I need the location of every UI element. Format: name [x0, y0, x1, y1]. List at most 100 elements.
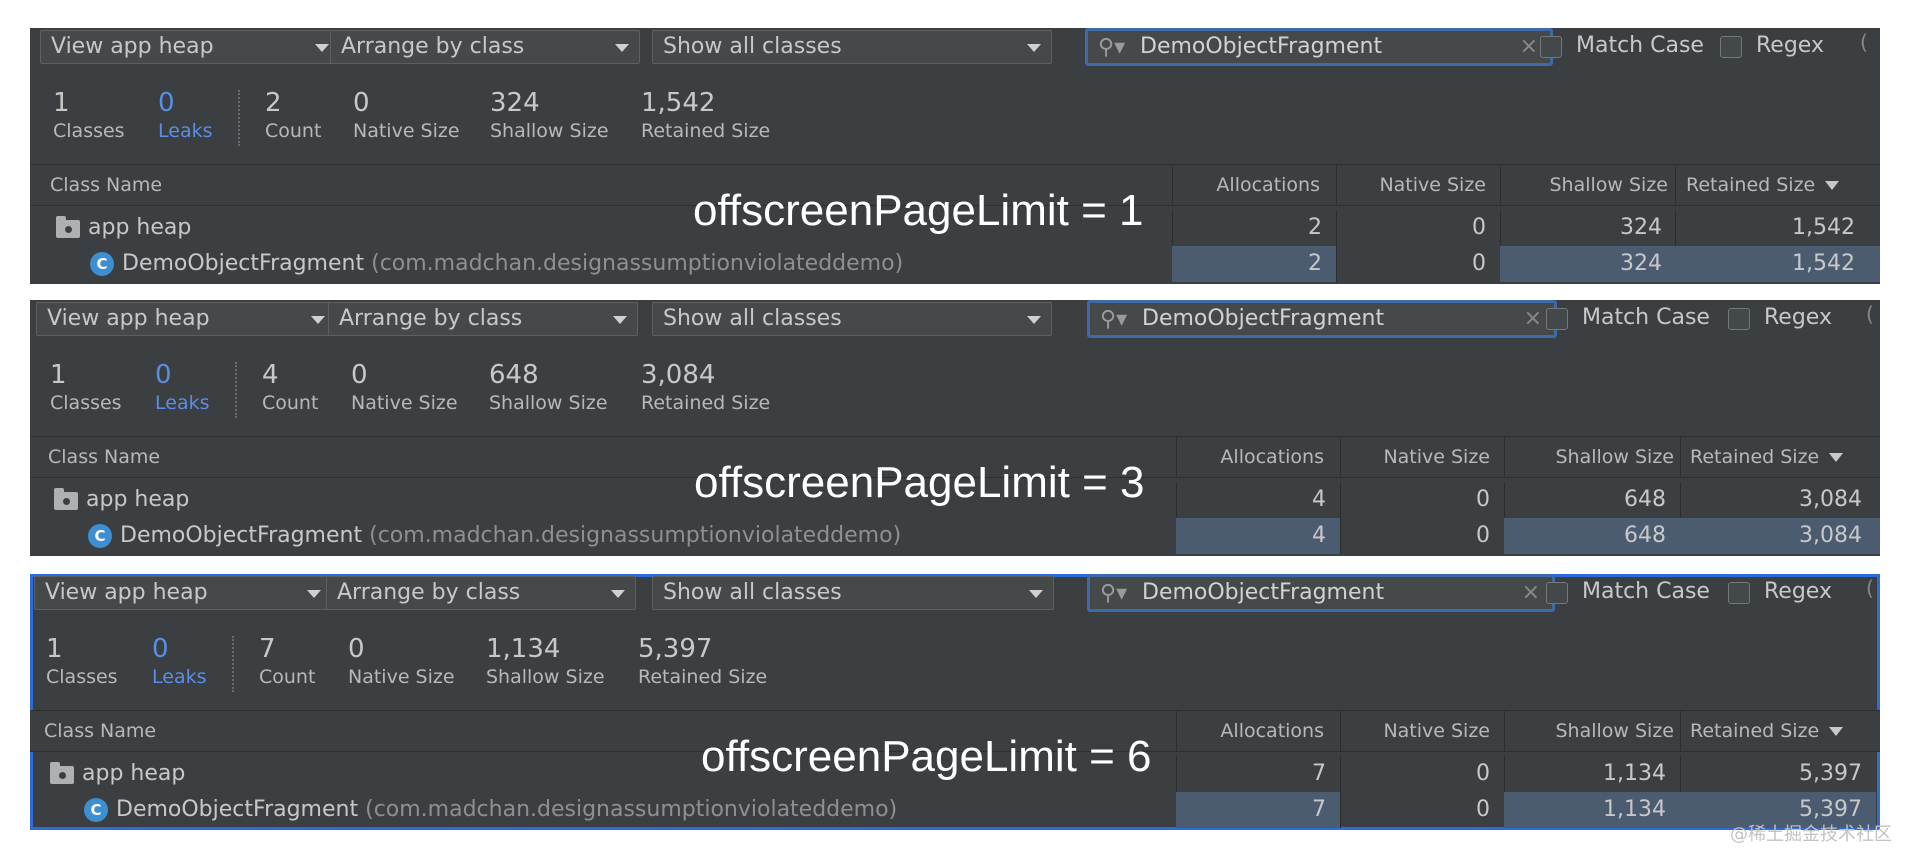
regex-label: Regex	[1764, 579, 1832, 604]
page: View app heap Arrange by class Show all …	[0, 0, 1912, 860]
row-allocations: 4	[1312, 523, 1326, 548]
regex-checkbox[interactable]	[1728, 308, 1750, 330]
stat-native-size: 0 Native Size	[351, 360, 458, 416]
arrange-select-value: Arrange by class	[337, 580, 521, 605]
stat-native-value: 0	[353, 88, 370, 118]
stat-count: 7 Count	[259, 634, 315, 690]
filter-select-value: Show all classes	[663, 580, 842, 605]
heap-select[interactable]: View app heap	[34, 576, 332, 610]
filter-select[interactable]: Show all classes	[652, 302, 1052, 336]
column-retained-size[interactable]: Retained Size	[1686, 165, 1840, 205]
column-class-name[interactable]: Class Name	[44, 711, 156, 751]
column-native-size[interactable]: Native Size	[1340, 711, 1490, 751]
stat-count-label: Count	[262, 392, 319, 414]
match-case-checkbox[interactable]	[1540, 36, 1562, 58]
stat-shallow-size: 324 Shallow Size	[490, 88, 609, 144]
column-allocations[interactable]: Allocations	[1176, 711, 1324, 751]
stat-leaks-label: Leaks	[158, 120, 213, 142]
column-shallow-size[interactable]: Shallow Size	[1504, 437, 1674, 477]
search-input[interactable]: ⚲▾ DemoObjectFragment ×	[1087, 574, 1555, 612]
row-allocations: 4	[1312, 487, 1326, 512]
column-retained-size-label: Retained Size	[1690, 720, 1820, 742]
stat-leaks-label: Leaks	[152, 666, 207, 688]
folder-icon	[50, 762, 74, 784]
heap-select-value: View app heap	[47, 306, 210, 331]
stat-leaks-value: 0	[152, 634, 169, 664]
divider	[232, 636, 234, 692]
row-shallow-size: 324	[1620, 215, 1662, 240]
class-name-text: DemoObjectFragment	[120, 523, 363, 548]
heap-select[interactable]: View app heap	[40, 30, 340, 64]
row-retained-size: 5,397	[1799, 761, 1862, 786]
row-shallow-size: 648	[1624, 487, 1666, 512]
regex-checkbox[interactable]	[1728, 582, 1750, 604]
class-icon: C	[90, 252, 114, 276]
stat-classes-value: 1	[53, 88, 70, 118]
table-row[interactable]: C DemoObjectFragment (com.madchan.design…	[30, 792, 1880, 828]
folder-icon	[54, 488, 78, 510]
column-allocations[interactable]: Allocations	[1176, 437, 1324, 477]
clear-icon[interactable]: ×	[1522, 577, 1540, 609]
match-case-checkbox[interactable]	[1546, 308, 1568, 330]
stat-leaks[interactable]: 0 Leaks	[158, 88, 213, 144]
watermark: @稀土掘金技术社区	[1730, 824, 1892, 845]
search-input[interactable]: ⚲▾ DemoObjectFragment ×	[1087, 300, 1557, 338]
column-retained-size-label: Retained Size	[1686, 174, 1816, 196]
chevron-down-icon	[611, 590, 625, 598]
overflow-icon: (	[1860, 30, 1868, 54]
stat-classes: 1 Classes	[53, 88, 125, 144]
column-class-name[interactable]: Class Name	[48, 437, 160, 477]
match-case-label: Match Case	[1582, 579, 1710, 604]
row-shallow-size: 1,134	[1603, 761, 1666, 786]
stat-count: 4 Count	[262, 360, 318, 416]
regex-checkbox[interactable]	[1720, 36, 1742, 58]
column-allocations[interactable]: Allocations	[1172, 165, 1320, 205]
stat-native-value: 0	[348, 634, 365, 664]
stat-shallow-value: 648	[489, 360, 539, 390]
search-value: DemoObjectFragment	[1142, 306, 1385, 331]
column-retained-size[interactable]: Retained Size	[1690, 437, 1844, 477]
column-retained-size[interactable]: Retained Size	[1690, 711, 1844, 751]
match-case-checkbox[interactable]	[1546, 582, 1568, 604]
column-native-size[interactable]: Native Size	[1340, 437, 1490, 477]
column-divider	[1675, 165, 1676, 205]
stat-retained-value: 3,084	[641, 360, 716, 390]
arrange-select[interactable]: Arrange by class	[326, 576, 636, 610]
column-retained-size-label: Retained Size	[1690, 446, 1820, 468]
stat-leaks[interactable]: 0 Leaks	[155, 360, 210, 416]
clear-icon[interactable]: ×	[1520, 31, 1538, 63]
stat-leaks-label: Leaks	[155, 392, 210, 414]
column-divider	[1680, 711, 1681, 751]
chevron-down-icon	[615, 44, 629, 52]
column-shallow-size[interactable]: Shallow Size	[1500, 165, 1668, 205]
stat-leaks-value: 0	[155, 360, 172, 390]
column-shallow-size[interactable]: Shallow Size	[1504, 711, 1674, 751]
stat-classes-value: 1	[46, 634, 63, 664]
column-native-size[interactable]: Native Size	[1336, 165, 1486, 205]
row-native-size: 0	[1476, 797, 1490, 822]
stat-shallow-value: 1,134	[486, 634, 561, 664]
filter-select[interactable]: Show all classes	[652, 30, 1052, 64]
arrange-select[interactable]: Arrange by class	[328, 302, 638, 336]
heap-panel-1: View app heap Arrange by class Show all …	[30, 28, 1880, 284]
clear-icon[interactable]: ×	[1524, 303, 1542, 335]
row-shallow-size: 648	[1624, 523, 1666, 548]
row-class-name: DemoObjectFragment (com.madchan.designas…	[116, 792, 897, 828]
arrange-select[interactable]: Arrange by class	[330, 30, 640, 64]
stat-classes-label: Classes	[46, 666, 118, 688]
row-allocations: 2	[1308, 251, 1322, 276]
stat-native-value: 0	[351, 360, 368, 390]
search-input[interactable]: ⚲▾ DemoObjectFragment ×	[1085, 28, 1553, 66]
arrange-select-value: Arrange by class	[341, 34, 525, 59]
search-value: DemoObjectFragment	[1142, 580, 1385, 605]
divider	[235, 362, 237, 418]
row-retained-size: 1,542	[1792, 251, 1855, 276]
table-row[interactable]: C DemoObjectFragment (com.madchan.design…	[30, 518, 1880, 554]
search-icon: ⚲▾	[1100, 581, 1128, 606]
heap-select[interactable]: View app heap	[36, 302, 336, 336]
column-class-name[interactable]: Class Name	[50, 165, 162, 205]
stat-leaks[interactable]: 0 Leaks	[152, 634, 207, 690]
divider	[238, 90, 240, 146]
table-row[interactable]: C DemoObjectFragment (com.madchan.design…	[30, 246, 1880, 282]
filter-select[interactable]: Show all classes	[652, 576, 1054, 610]
